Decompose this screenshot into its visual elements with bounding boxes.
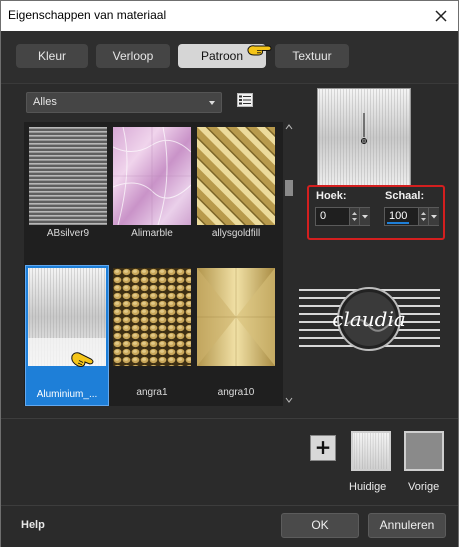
category-select[interactable]: Alles (26, 92, 222, 113)
pattern-name: allysgoldfill (211, 228, 261, 239)
tab-kleur[interactable]: Kleur (16, 44, 88, 68)
help-link[interactable]: Help (21, 519, 45, 531)
pattern-gallery: ABsilver9 Alimarble allysgoldfill Alumin… (24, 122, 283, 406)
pattern-thumbnail (113, 127, 191, 225)
chevron-down-icon (209, 101, 215, 105)
claudia-logo: claudia (299, 287, 440, 351)
scale-spinbox[interactable]: 100 (384, 207, 439, 226)
swatch-panel: + Huidige Vorige (1, 418, 458, 505)
scale-value: 100 (389, 210, 408, 222)
pattern-tile-allysgoldfill[interactable]: allysgoldfill (194, 124, 278, 241)
pattern-thumbnail (197, 127, 275, 225)
chevron-down-icon[interactable] (285, 397, 293, 403)
gallery-scrollbar[interactable] (284, 122, 294, 406)
pointing-hand-icon (71, 352, 94, 367)
pattern-name: Alimarble (131, 228, 173, 239)
scale-label: Schaal: (385, 190, 425, 202)
dialog-footer: Help OK Annuleren (1, 505, 458, 547)
pattern-tile-angra10[interactable]: angra10 (194, 265, 278, 400)
angle-dropdown-button[interactable] (359, 208, 370, 225)
stepper-arrows-icon (421, 212, 426, 221)
material-properties-dialog: Eigenschappen van materiaal Kleur Verloo… (0, 0, 459, 547)
window-title: Eigenschappen van materiaal (8, 8, 167, 22)
angle-label: Hoek: (316, 190, 347, 202)
pointing-hand-icon (247, 45, 272, 56)
ok-button[interactable]: OK (281, 513, 359, 538)
pattern-preview[interactable] (317, 88, 411, 186)
pattern-tile-angra1[interactable]: angra1 (110, 265, 194, 400)
close-button[interactable] (428, 3, 454, 29)
previous-swatch[interactable] (404, 431, 444, 471)
scale-dropdown-button[interactable] (428, 208, 439, 225)
angle-stepper[interactable] (349, 208, 359, 225)
pattern-thumbnail (197, 268, 275, 366)
pattern-name: Aluminium_... (36, 389, 98, 400)
chevron-down-icon (362, 215, 368, 219)
watermark-text: claudia (332, 307, 406, 331)
scale-progress (387, 222, 409, 224)
angle-value: 0 (320, 210, 327, 222)
chevron-up-icon[interactable] (285, 124, 293, 130)
pattern-thumbnail (29, 127, 107, 225)
tab-verloop[interactable]: Verloop (96, 44, 170, 68)
close-icon (435, 10, 447, 22)
angle-spinbox[interactable]: 0 (315, 207, 370, 226)
tab-bar: Kleur Verloop Patroon Textuur (1, 31, 458, 84)
tab-textuur[interactable]: Textuur (275, 44, 349, 68)
current-swatch-label: Huidige (349, 481, 387, 493)
previous-swatch-label: Vorige (408, 481, 440, 493)
pattern-name: angra10 (217, 387, 255, 398)
current-swatch[interactable] (351, 431, 391, 471)
main-panel: Alles ABsilver9 Alimarble allysgoldfill … (1, 84, 458, 417)
pattern-tile-alimarble[interactable]: Alimarble (110, 124, 194, 241)
chevron-down-icon (431, 215, 437, 219)
scale-stepper[interactable] (418, 208, 428, 225)
pattern-name: angra1 (136, 387, 168, 398)
pattern-name: ABsilver9 (46, 228, 90, 239)
angle-scale-highlight: Hoek: Schaal: 0 100 (307, 185, 445, 240)
pattern-tile-absilver9[interactable]: ABsilver9 (26, 124, 110, 241)
pattern-tile-aluminium[interactable]: Aluminium_... (25, 265, 109, 406)
add-to-swatches-button[interactable]: + (310, 435, 336, 461)
scrollbar-thumb[interactable] (285, 180, 293, 196)
title-bar: Eigenschappen van materiaal (1, 1, 458, 31)
list-view-icon[interactable] (237, 93, 253, 107)
category-select-value: Alles (33, 96, 57, 108)
cancel-button[interactable]: Annuleren (368, 513, 446, 538)
pattern-thumbnail (113, 268, 191, 366)
stepper-arrows-icon (352, 212, 357, 221)
